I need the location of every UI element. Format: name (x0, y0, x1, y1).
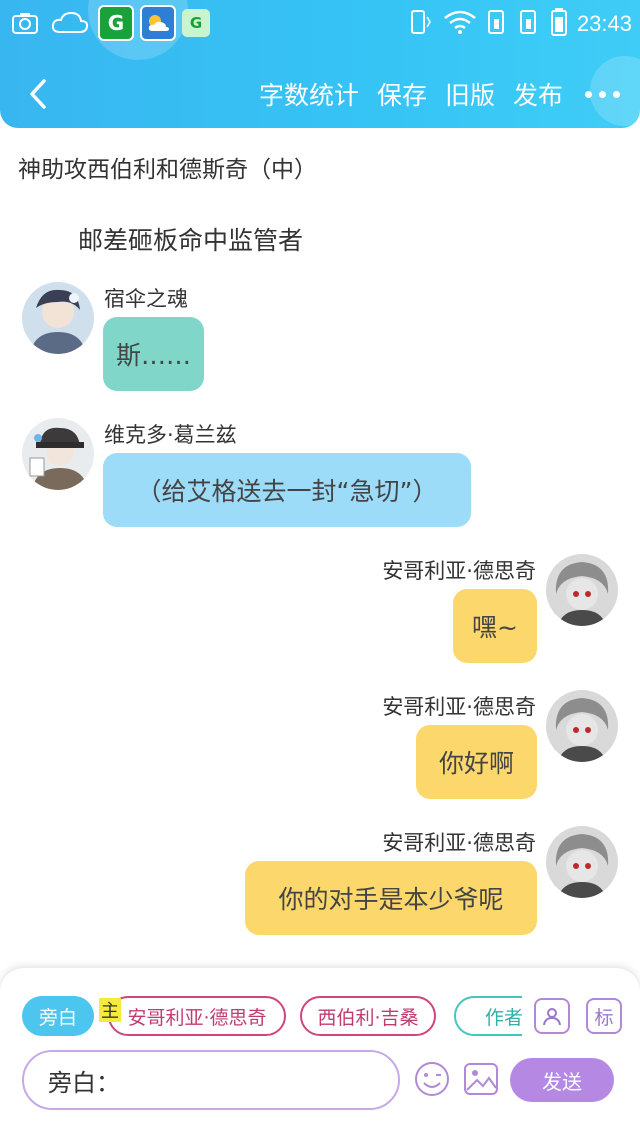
back-button[interactable] (20, 72, 56, 116)
app-icon-g-small: G (182, 9, 210, 37)
message-bubble[interactable]: 你好啊 (416, 725, 537, 799)
speaker-name: 维克多·葛兰兹 (104, 423, 237, 447)
person-icon (543, 1008, 561, 1026)
more-menu-button[interactable] (585, 74, 620, 114)
wifi-icon (443, 9, 477, 39)
chip-narrator[interactable]: 旁白 (22, 996, 94, 1036)
role-manage-button[interactable] (534, 998, 570, 1034)
save-button[interactable]: 保存 (377, 76, 427, 112)
status-time: 23:43 (576, 11, 632, 36)
speaker-name: 宿伞之魂 (104, 287, 188, 311)
speaker-name: 安哥利亚·德思奇 (382, 831, 536, 855)
status-bar: G G 23:43 (0, 0, 640, 46)
message-bubble[interactable]: （给艾格送去一封“急切”） (103, 453, 471, 527)
emoji-button[interactable] (413, 1060, 451, 1098)
cloud-icon (48, 6, 92, 40)
avatar[interactable] (546, 826, 618, 898)
signal-icon (487, 9, 509, 39)
toolbar: 字数统计 保存 旧版 发布 (0, 66, 640, 122)
emoji-icon (415, 1062, 449, 1096)
tag-button[interactable]: 标 (586, 998, 622, 1034)
avatar[interactable] (546, 690, 618, 762)
avatar[interactable] (22, 418, 94, 490)
main-tag: 主 (99, 998, 121, 1022)
send-button[interactable]: 发送 (510, 1058, 614, 1102)
chevron-left-icon (30, 79, 46, 109)
avatar[interactable] (546, 554, 618, 626)
chip-character[interactable]: 西伯利·吉桑 (300, 996, 436, 1036)
old-version-button[interactable]: 旧版 (445, 76, 495, 112)
avatar[interactable] (22, 282, 94, 354)
word-count-button[interactable]: 字数统计 (259, 76, 359, 112)
message-bubble[interactable]: 你的对手是本少爷呢 (245, 861, 537, 935)
image-button[interactable] (462, 1060, 500, 1098)
publish-button[interactable]: 发布 (513, 76, 563, 112)
camera-icon (8, 6, 42, 40)
battery-icon (550, 8, 567, 40)
message-bubble[interactable]: 嘿~ (453, 589, 537, 663)
image-icon (464, 1063, 498, 1095)
speaker-name: 安哥利亚·德思奇 (382, 695, 536, 719)
weather-app-icon (140, 5, 176, 41)
chip-character[interactable]: 安哥利亚·德思奇 (108, 996, 286, 1036)
role-chips: 旁白 安哥利亚·德思奇 西伯利·吉桑 作者 (22, 996, 522, 1038)
phone-vibrate-icon (409, 9, 433, 39)
signal-icon (519, 9, 541, 39)
message-input[interactable]: 旁白： (22, 1050, 400, 1110)
app-icon-g: G (98, 5, 134, 41)
header-bar: G G 23:43 字数统计 保存 旧版 发布 (0, 0, 640, 128)
chapter-title: 神助攻西伯利和德斯奇（中） (18, 157, 317, 183)
message-bubble[interactable]: 斯…… (103, 317, 204, 391)
chip-author[interactable]: 作者 (454, 996, 522, 1036)
narration-text[interactable]: 邮差砸板命中监管者 (78, 221, 303, 257)
speaker-name: 安哥利亚·德思奇 (382, 559, 536, 583)
more-dots-icon (585, 90, 592, 98)
